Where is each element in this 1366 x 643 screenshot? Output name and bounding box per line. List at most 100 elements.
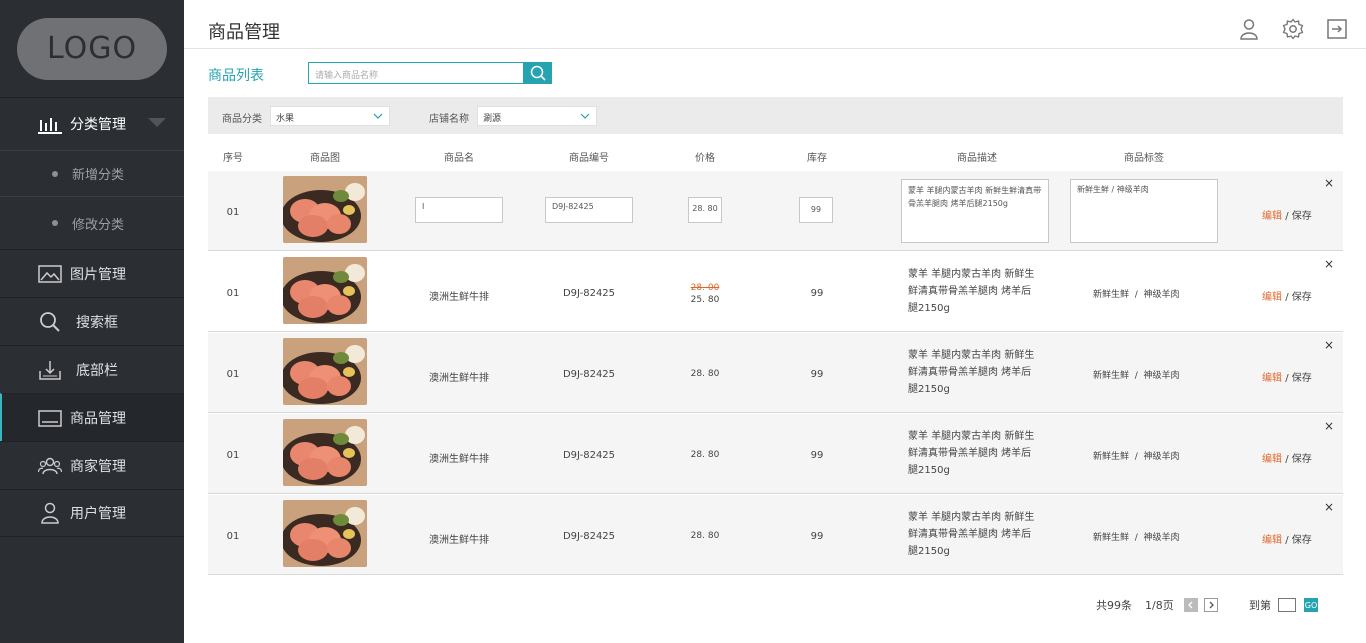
goto-label: 到第	[1249, 599, 1271, 612]
save-link[interactable]: / 保存	[1285, 292, 1312, 303]
save-link[interactable]: / 保存	[1285, 211, 1312, 222]
old-price: 28. 00	[690, 283, 720, 293]
tag: 新鲜生鲜	[1093, 290, 1130, 300]
row-actions: 编辑 / 保存	[1262, 369, 1312, 384]
table-row: 01 澳洲生鲜牛排 D9J-82425 28. 80 99 蒙羊 羊腿内蒙古羊肉…	[208, 495, 1343, 575]
stock-input[interactable]: 99	[799, 197, 833, 223]
edit-link[interactable]: 编辑	[1262, 535, 1282, 546]
col-image: 商品图	[310, 153, 340, 164]
edit-link[interactable]: 编辑	[1262, 292, 1282, 303]
table-row: 01 澳洲生鲜牛排 D9J-82425 28. 00 25. 80 99 蒙羊 …	[208, 252, 1343, 332]
edit-link[interactable]: 编辑	[1262, 373, 1282, 384]
bullet-icon	[52, 170, 58, 177]
sidebar-subitem-label: 修改分类	[72, 217, 125, 233]
close-icon[interactable]: ×	[1324, 500, 1334, 514]
sidebar-subitem-label: 新增分类	[72, 168, 125, 183]
tags-textarea[interactable]: 新鲜生鲜 / 神级羊肉	[1070, 179, 1218, 243]
users-icon	[38, 454, 62, 478]
row-index: 01	[226, 369, 240, 380]
prev-page-button[interactable]	[1184, 598, 1198, 612]
sidebar-item-label: 商家管理	[70, 458, 126, 475]
save-link[interactable]: / 保存	[1285, 373, 1312, 384]
edit-link[interactable]: 编辑	[1262, 454, 1282, 465]
user-icon	[38, 501, 62, 525]
product-image	[283, 500, 367, 567]
product-name: 澳洲生鲜牛排	[429, 292, 489, 303]
product-stock: 99	[810, 531, 824, 542]
row-actions: 编辑 / 保存	[1262, 450, 1312, 465]
product-image	[283, 419, 367, 486]
category-select[interactable]: 水果	[270, 106, 390, 126]
close-icon[interactable]: ×	[1324, 176, 1334, 190]
search-input[interactable]: 请输入商品名称	[308, 62, 524, 84]
sidebar-item-images[interactable]: 图片管理	[0, 249, 184, 297]
tag: 新鲜生鲜	[1093, 452, 1130, 462]
next-page-button[interactable]	[1204, 598, 1218, 612]
current-price: 25. 80	[690, 295, 720, 305]
col-desc: 商品描述	[957, 153, 997, 164]
code-input[interactable]: D9J-82425	[545, 197, 633, 223]
product-name: 澳洲生鲜牛排	[429, 454, 489, 465]
sidebar-item-label: 用户管理	[70, 506, 126, 522]
save-link[interactable]: / 保存	[1285, 454, 1312, 465]
bullet-icon	[52, 220, 58, 226]
close-icon[interactable]: ×	[1324, 419, 1334, 433]
sidebar-item-label: 商品管理	[70, 410, 126, 427]
search-button[interactable]	[524, 62, 552, 84]
table-row: 01 澳洲生鲜牛排 D9J-82425 28. 80 99 蒙羊 羊腿内蒙古羊肉…	[208, 414, 1343, 494]
user-icon[interactable]	[1238, 18, 1260, 40]
product-price: 28. 80	[690, 450, 720, 460]
sidebar-subitem-add-category[interactable]: 新增分类	[0, 150, 184, 196]
bar-chart-icon	[38, 112, 62, 136]
chevron-down-icon	[373, 113, 383, 119]
sidebar-item-footer[interactable]: 底部栏	[0, 345, 184, 393]
sidebar-item-category[interactable]: 分类管理	[0, 98, 184, 150]
product-description: 蒙羊 羊腿内蒙古羊肉 新鲜生鲜清真带骨羔羊腿肉 烤羊后腿2150g	[908, 431, 1035, 476]
name-input[interactable]: I	[415, 197, 503, 223]
product-description: 蒙羊 羊腿内蒙古羊肉 新鲜生鲜清真带骨羔羊腿肉 烤羊后腿2150g	[908, 269, 1035, 314]
table-row: 01 澳洲生鲜牛排 D9J-82425 28. 80 99 蒙羊 羊腿内蒙古羊肉…	[208, 333, 1343, 413]
row-index: 01	[226, 531, 240, 542]
sidebar-item-search[interactable]: 搜索框	[0, 297, 184, 345]
goto-page-input[interactable]	[1278, 598, 1296, 612]
close-icon[interactable]: ×	[1324, 257, 1334, 271]
list-title: 商品列表	[208, 68, 264, 84]
sidebar-item-products[interactable]: 商品管理	[0, 393, 184, 441]
close-icon[interactable]: ×	[1324, 338, 1334, 352]
col-code: 商品编号	[569, 153, 609, 164]
edit-link[interactable]: 编辑	[1262, 211, 1282, 222]
product-code: D9J-82425	[562, 450, 616, 461]
go-button[interactable]: GO	[1304, 598, 1318, 612]
shop-select[interactable]: 涮源	[477, 106, 597, 126]
description-textarea[interactable]: 蒙羊 羊腿内蒙古羊肉 新鲜生鲜清真带骨羔羊腿肉 烤羊后腿2150g	[901, 179, 1049, 243]
sidebar-subitem-edit-category[interactable]: 修改分类	[0, 196, 184, 249]
price-input[interactable]: 28. 80	[688, 197, 722, 223]
chevron-down-icon[interactable]	[148, 118, 166, 127]
keyboard-icon	[38, 406, 62, 430]
sidebar-item-label: 图片管理	[70, 266, 126, 283]
search-icon	[530, 65, 546, 81]
gear-icon[interactable]	[1282, 18, 1304, 40]
sidebar-item-merchants[interactable]: 商家管理	[0, 441, 184, 489]
row-actions: 编辑 / 保存	[1262, 207, 1312, 222]
logo[interactable]: LOGO	[17, 17, 167, 80]
pagination-total: 共99条	[1096, 599, 1132, 612]
sidebar: LOGO 分类管理 新增分类 修改分类 图片管理 搜索框 底部栏 商品管理 商家…	[0, 0, 184, 643]
table-header: 序号 商品图 商品名 商品编号 价格 库存 商品描述 商品标签	[208, 140, 1343, 170]
category-filter-label: 商品分类	[222, 114, 262, 125]
sidebar-item-label: 分类管理	[70, 117, 126, 133]
col-index: 序号	[223, 153, 243, 164]
product-tags: 新鲜生鲜 / 神级羊肉	[1093, 452, 1180, 462]
product-price: 28. 80	[690, 369, 720, 379]
save-link[interactable]: / 保存	[1285, 535, 1312, 546]
tag: 新鲜生鲜	[1093, 371, 1130, 381]
image-icon	[38, 262, 62, 286]
col-price: 价格	[695, 153, 715, 164]
tag: 神级羊肉	[1143, 371, 1180, 381]
product-code: D9J-82425	[562, 288, 616, 299]
product-image	[283, 257, 367, 324]
row-actions: 编辑 / 保存	[1262, 288, 1312, 303]
logout-icon[interactable]	[1326, 18, 1348, 40]
chevron-left-icon	[1188, 601, 1193, 609]
sidebar-item-users[interactable]: 用户管理	[0, 489, 184, 537]
